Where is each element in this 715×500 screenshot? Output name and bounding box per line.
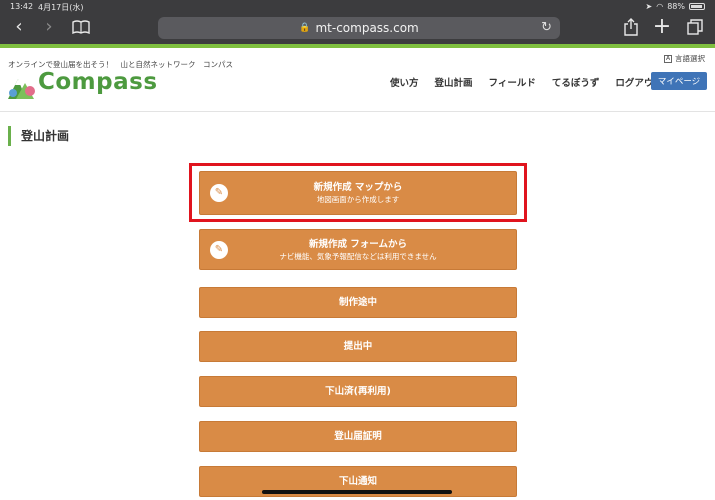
site-logo[interactable]: Compass bbox=[8, 69, 157, 103]
language-icon: A bbox=[664, 54, 672, 63]
button-title: 下山通知 bbox=[338, 476, 377, 487]
main-nav: 使い方 登山計画 フィールド てるぼうず ログアウト bbox=[390, 75, 679, 89]
descended-reuse-button[interactable]: 下山済(再利用) bbox=[199, 376, 517, 407]
share-icon[interactable] bbox=[620, 16, 642, 38]
mypage-button[interactable]: マイページ bbox=[651, 72, 707, 90]
button-subtitle: ナビ機能、気象予報配信などは利用できません bbox=[279, 251, 437, 261]
nav-item-plans[interactable]: 登山計画 bbox=[435, 75, 473, 89]
nav-item-usage[interactable]: 使い方 bbox=[390, 75, 419, 89]
certificate-button[interactable]: 登山届証明 bbox=[199, 421, 517, 452]
page-title: 登山計画 bbox=[8, 126, 69, 146]
forward-icon[interactable]: › bbox=[38, 16, 60, 38]
new-from-form-button[interactable]: ✎ 新規作成 フォームから ナビ機能、気象予報配信などは利用できません bbox=[199, 229, 517, 270]
status-date: 4月17日(水) bbox=[38, 3, 84, 12]
nav-item-field[interactable]: フィールド bbox=[489, 75, 536, 89]
button-title: 新規作成 フォームから bbox=[308, 238, 408, 250]
status-time: 13:42 bbox=[10, 2, 34, 11]
button-title: 制作途中 bbox=[338, 297, 377, 308]
home-indicator[interactable] bbox=[262, 490, 452, 494]
site-header: オンラインで登山届を出そう！ 山と自然ネットワーク コンパス A 言語選択 Co… bbox=[0, 48, 715, 112]
address-bar[interactable]: 🔒 mt-compass.com ↻ bbox=[158, 17, 560, 39]
lock-icon: 🔒 bbox=[299, 23, 311, 33]
browser-toolbar: 13:42 4月17日(水) ➤ ◠ 88% ‹ › 🔒 mt-compass.… bbox=[0, 0, 715, 44]
language-select[interactable]: A 言語選択 bbox=[664, 53, 705, 64]
status-bar: 13:42 4月17日(水) ➤ ◠ 88% bbox=[0, 0, 715, 12]
battery-percent: 88% bbox=[667, 2, 685, 11]
button-title: 登山届証明 bbox=[334, 431, 382, 442]
reload-icon[interactable]: ↻ bbox=[541, 20, 552, 35]
new-tab-icon[interactable]: + bbox=[651, 16, 673, 38]
button-title: 下山済(再利用) bbox=[325, 386, 391, 397]
url-text: mt-compass.com bbox=[315, 21, 419, 35]
button-title: 提出中 bbox=[343, 341, 373, 352]
back-icon[interactable]: ‹ bbox=[8, 16, 30, 38]
wifi-icon: ◠ bbox=[656, 2, 664, 11]
tabs-icon[interactable] bbox=[684, 16, 706, 38]
pencil-icon: ✎ bbox=[210, 240, 228, 259]
submitted-button[interactable]: 提出中 bbox=[199, 331, 517, 362]
language-label: 言語選択 bbox=[675, 54, 705, 63]
in-progress-button[interactable]: 制作途中 bbox=[199, 287, 517, 318]
bookmarks-icon[interactable] bbox=[70, 16, 92, 38]
status-right: ➤ ◠ 88% bbox=[646, 2, 705, 11]
location-icon: ➤ bbox=[645, 2, 653, 11]
logo-text: Compass bbox=[38, 69, 158, 95]
mountain-logo-icon bbox=[8, 79, 35, 99]
highlight-box bbox=[189, 163, 527, 222]
battery-icon bbox=[689, 3, 705, 10]
nav-item-terubouzu[interactable]: てるぼうず bbox=[552, 75, 600, 89]
